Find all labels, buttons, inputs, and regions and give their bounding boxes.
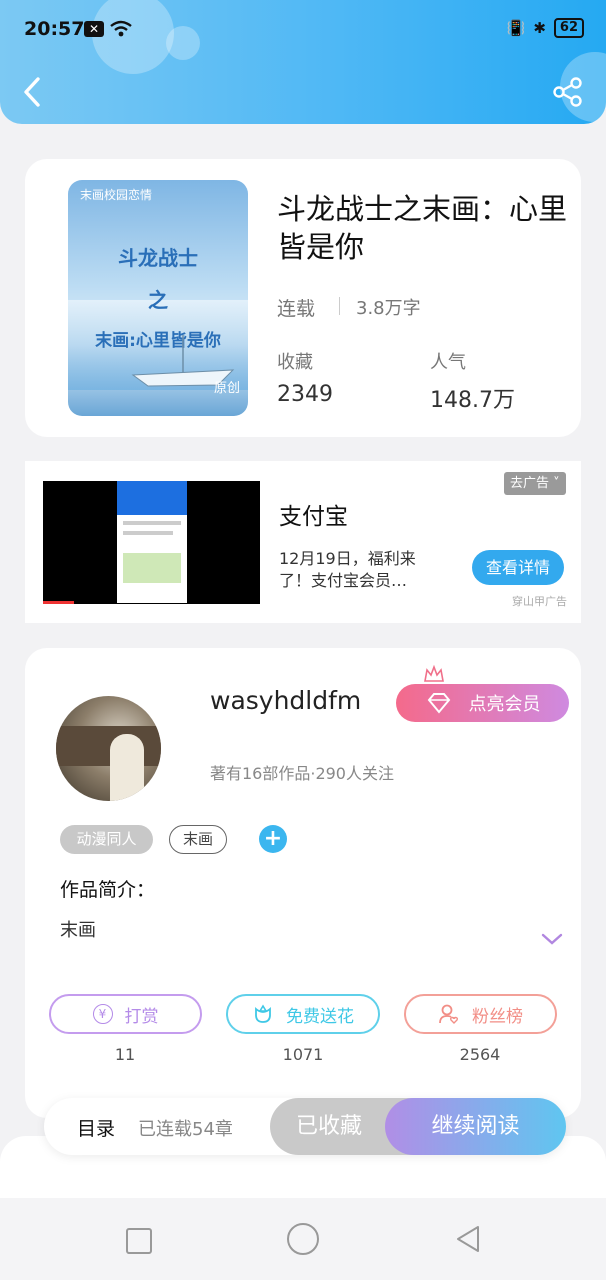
system-navbar xyxy=(0,1198,606,1280)
favorites-label: 收藏 xyxy=(277,352,313,373)
author-name[interactable]: wasyhdldfm xyxy=(210,686,361,715)
book-word-count: 3.8万字 xyxy=(356,298,421,319)
vip-button[interactable]: 点亮会员 xyxy=(396,684,569,722)
tag-item[interactable]: 末画 xyxy=(169,825,227,854)
avatar-bg xyxy=(56,726,161,766)
fans-rank-label: 粉丝榜 xyxy=(472,1006,523,1027)
author-stats: 著有16部作品·290人关注 xyxy=(210,764,394,783)
ad-screenshot-header xyxy=(117,481,187,515)
fans-rank-button[interactable]: 粉丝榜 xyxy=(404,994,557,1034)
ad-screenshot-image xyxy=(123,553,181,583)
bottom-action-bar: 目录 已连载54章 已收藏 继续阅读 xyxy=(44,1098,566,1155)
diamond-icon xyxy=(427,693,450,714)
chapters-count: 已连载54章 xyxy=(138,1119,233,1140)
back-nav-icon[interactable] xyxy=(454,1224,482,1254)
back-icon[interactable] xyxy=(22,76,42,108)
ad-cta-button[interactable]: 查看详情 xyxy=(472,550,564,585)
ad-title: 支付宝 xyxy=(279,504,348,530)
book-title: 斗龙战士之末画：心里皆是你 xyxy=(277,192,568,264)
notification-icon: ✕ xyxy=(84,21,104,37)
fans-count: 2564 xyxy=(459,1045,501,1064)
flower-count: 1071 xyxy=(282,1045,324,1064)
book-cover[interactable]: 末画校园恋情 斗龙战士 之 末画:心里皆是你 原创 xyxy=(68,180,248,416)
ad-screenshot-line xyxy=(123,531,173,535)
expand-chevron-icon[interactable] xyxy=(541,932,563,946)
tag-item[interactable]: 动漫同人 xyxy=(60,825,153,854)
add-tag-button[interactable]: + xyxy=(259,825,287,853)
yen-icon: ¥ xyxy=(92,1004,113,1024)
continue-reading-button[interactable]: 继续阅读 xyxy=(385,1098,566,1155)
ad-source: 穿山甲广告 xyxy=(512,595,567,608)
header: 20:57 ✕ 📳 ✱ 62 xyxy=(0,0,606,124)
reward-count: 11 xyxy=(114,1045,136,1064)
reward-button[interactable]: ¥ 打赏 xyxy=(49,994,202,1034)
avatar-figure xyxy=(110,734,144,801)
ad-screenshot-line xyxy=(123,521,181,525)
popularity-label: 人气 xyxy=(430,352,466,373)
wifi-icon xyxy=(110,20,132,37)
flower-label: 免费送花 xyxy=(286,1006,354,1027)
user-heart-icon xyxy=(439,1004,459,1024)
recent-apps-icon[interactable] xyxy=(126,1228,152,1254)
decor-bubble xyxy=(166,26,200,60)
popularity-value: 148.7万 xyxy=(430,388,515,413)
ad-close-button[interactable]: 去广告 ˅ xyxy=(504,472,566,495)
share-icon[interactable] xyxy=(552,76,584,108)
vip-label: 点亮会员 xyxy=(468,694,541,715)
avatar[interactable] xyxy=(56,696,161,801)
battery-icon: 62 xyxy=(553,18,584,38)
ad-close-label: 去广告 xyxy=(510,476,550,491)
favorites-value: 2349 xyxy=(277,382,333,407)
intro-text: 末画 xyxy=(60,920,96,941)
status-icons: 📳 ✱ 62 xyxy=(507,18,584,38)
catalog-button[interactable]: 目录 xyxy=(77,1114,115,1141)
decor-bubble xyxy=(92,0,174,74)
status-time: 20:57 xyxy=(24,18,85,40)
vibrate-icon: 📳 xyxy=(506,19,526,37)
cover-badge: 原创 xyxy=(213,381,240,396)
bluetooth-icon: ✱ xyxy=(533,19,546,37)
flower-icon xyxy=(255,1004,271,1023)
book-status: 连载 xyxy=(277,298,316,320)
home-icon[interactable] xyxy=(287,1223,319,1255)
meta-divider xyxy=(339,297,340,315)
intro-label: 作品简介： xyxy=(60,879,156,901)
cover-title-line2: 之 xyxy=(148,288,168,312)
ad-progress xyxy=(43,601,74,604)
reward-label: 打赏 xyxy=(124,1006,159,1027)
ad-text: 12月19日，福利来了！支付宝会员… xyxy=(279,549,416,590)
cover-tag: 末画校园恋情 xyxy=(80,188,153,202)
crown-icon xyxy=(424,664,444,682)
chevron-down-icon: ˅ xyxy=(549,476,560,491)
ad-screenshot xyxy=(117,481,187,603)
flower-button[interactable]: 免费送花 xyxy=(226,994,380,1034)
cover-title-line1: 斗龙战士 xyxy=(118,246,198,270)
